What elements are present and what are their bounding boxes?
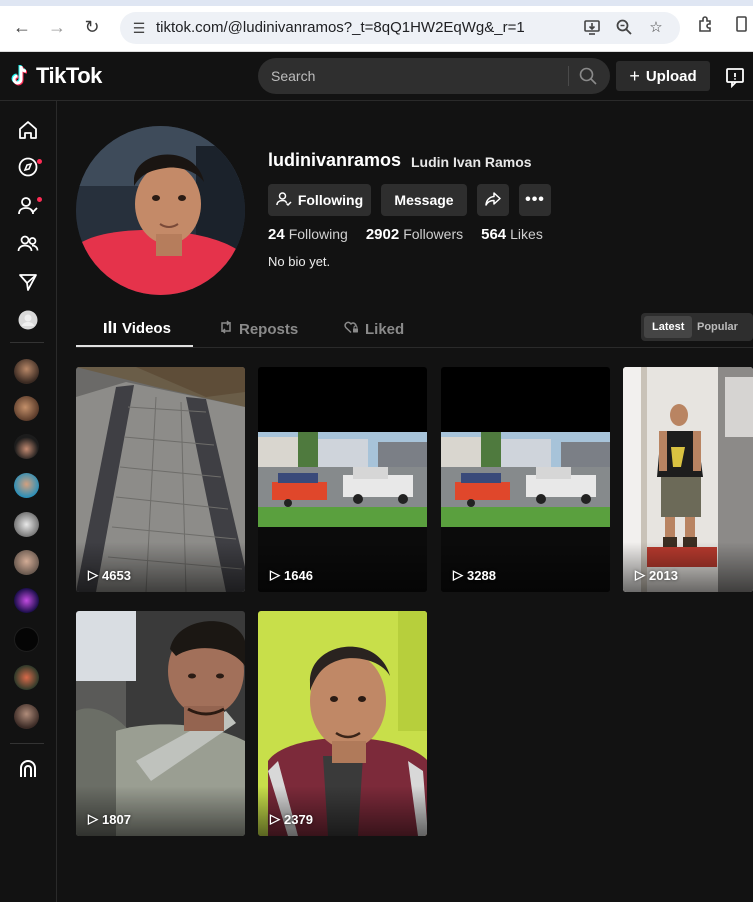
sort-popular[interactable]: Popular — [689, 316, 746, 338]
extensions-icon[interactable] — [695, 15, 717, 37]
message-button[interactable]: Message — [381, 184, 467, 216]
following-notification-dot — [37, 197, 42, 202]
tiktok-header: TikTok Search + Upload — [0, 52, 753, 101]
video-card[interactable]: ▷ 1646 — [258, 367, 427, 592]
followed-account-avatar[interactable] — [14, 704, 39, 729]
search-icon[interactable] — [578, 66, 598, 86]
logo-text: TikTok — [36, 63, 102, 88]
view-count: ▷ 2013 — [635, 567, 678, 583]
upload-button[interactable]: + Upload — [616, 61, 710, 91]
tiktok-note-icon — [10, 64, 32, 88]
tab-videos[interactable]: Videos — [104, 320, 171, 337]
followers-stat[interactable]: 2902 Followers — [366, 226, 463, 243]
play-icon: ▷ — [88, 811, 98, 826]
tab-label: Liked — [365, 320, 405, 338]
followed-account-avatar[interactable] — [14, 665, 39, 690]
following-button[interactable]: Following — [268, 184, 371, 216]
sidebar-divider — [10, 342, 44, 343]
video-card[interactable]: ▷ 1807 — [76, 611, 245, 836]
share-icon — [485, 191, 501, 210]
followed-account-avatar[interactable] — [14, 396, 39, 421]
profile-avatar — [76, 126, 245, 295]
repost-icon — [219, 320, 233, 338]
liked-heart-lock-icon — [344, 320, 359, 338]
search-placeholder: Search — [271, 68, 316, 84]
following-stat[interactable]: 24 Following — [268, 226, 348, 243]
profile-stats: 24 Following 2902 Followers 564 Likes — [268, 226, 543, 243]
user-check-icon — [276, 191, 292, 210]
forward-icon[interactable]: → — [45, 15, 69, 39]
view-count: ▷ 4653 — [88, 567, 131, 583]
followed-account-avatar[interactable] — [14, 627, 39, 652]
tab-liked[interactable]: Liked — [344, 320, 404, 338]
following-users-icon[interactable] — [17, 195, 39, 217]
explore-notification-dot — [37, 159, 42, 164]
sort-toggle: Latest Popular — [641, 313, 753, 341]
search-input[interactable]: Search — [258, 58, 610, 94]
view-count: ▷ 1646 — [270, 567, 313, 583]
browser-toolbar: ← → ↻ ☰ tiktok.com/@ludinivanramos?_t=8q… — [0, 0, 753, 52]
back-icon[interactable]: ← — [10, 15, 34, 39]
video-card[interactable]: ▷ 2013 — [623, 367, 753, 592]
bookmark-star-icon[interactable]: ☆ — [646, 18, 666, 38]
followed-account-avatar[interactable] — [14, 473, 39, 498]
followed-account-avatar[interactable] — [14, 359, 39, 384]
view-count: ▷ 1807 — [88, 811, 131, 827]
tab-label: Videos — [122, 320, 171, 337]
followed-account-avatar[interactable] — [14, 550, 39, 575]
zoom-icon[interactable] — [614, 18, 634, 38]
profile-avatar-icon[interactable] — [17, 309, 39, 331]
more-options-button[interactable]: ••• — [519, 184, 551, 216]
tiktok-logo[interactable]: TikTok — [10, 63, 102, 89]
home-icon[interactable] — [17, 119, 39, 141]
play-icon: ▷ — [270, 567, 280, 582]
site-settings-icon[interactable]: ☰ — [130, 19, 148, 37]
play-icon: ▷ — [270, 811, 280, 826]
inbox-icon[interactable] — [724, 66, 746, 89]
profile-bio: No bio yet. — [268, 254, 331, 269]
profile-username: ludinivanramos — [268, 150, 402, 170]
followed-account-avatar[interactable] — [14, 588, 39, 613]
video-card[interactable]: ▷ 3288 — [441, 367, 610, 592]
left-sidebar — [0, 101, 57, 902]
view-count: ▷ 3288 — [453, 567, 496, 583]
plus-icon: + — [629, 65, 640, 86]
url-text: tiktok.com/@ludinivanramos?_t=8qQ1HW2EqW… — [156, 19, 525, 36]
view-count: ▷ 2379 — [270, 811, 313, 827]
message-button-label: Message — [394, 192, 454, 208]
likes-stat: 564 Likes — [481, 226, 543, 243]
address-bar[interactable]: ☰ tiktok.com/@ludinivanramos?_t=8qQ1HW2E… — [120, 12, 680, 44]
play-icon: ▷ — [635, 567, 645, 582]
explore-compass-icon[interactable] — [17, 156, 39, 178]
messages-send-icon[interactable] — [17, 271, 39, 293]
tab-label: Reposts — [239, 320, 299, 338]
play-icon: ▷ — [88, 567, 98, 582]
tab-reposts[interactable]: Reposts — [219, 320, 298, 338]
followed-account-avatar[interactable] — [14, 434, 39, 459]
profile-nickname: Ludin Ivan Ramos — [411, 154, 532, 170]
sort-latest[interactable]: Latest — [644, 316, 693, 338]
play-icon: ▷ — [453, 567, 463, 582]
video-card[interactable]: ▷ 2379 — [258, 611, 427, 836]
reload-icon[interactable]: ↻ — [80, 15, 104, 39]
install-app-icon[interactable] — [582, 18, 602, 38]
videos-grid-icon — [104, 320, 116, 337]
friends-icon[interactable] — [17, 233, 39, 255]
upload-label: Upload — [645, 67, 697, 85]
following-button-label: Following — [297, 192, 364, 208]
share-button[interactable] — [477, 184, 509, 216]
live-studio-icon[interactable] — [17, 758, 39, 780]
search-divider — [568, 66, 569, 86]
more-dots-icon: ••• — [525, 191, 545, 208]
followed-account-avatar[interactable] — [14, 512, 39, 537]
tab-strip — [0, 0, 753, 6]
sidebar-divider — [10, 743, 44, 744]
active-tab-indicator — [76, 345, 193, 347]
side-panel-icon[interactable] — [730, 15, 752, 37]
video-card[interactable]: ▷ 4653 — [76, 367, 245, 592]
